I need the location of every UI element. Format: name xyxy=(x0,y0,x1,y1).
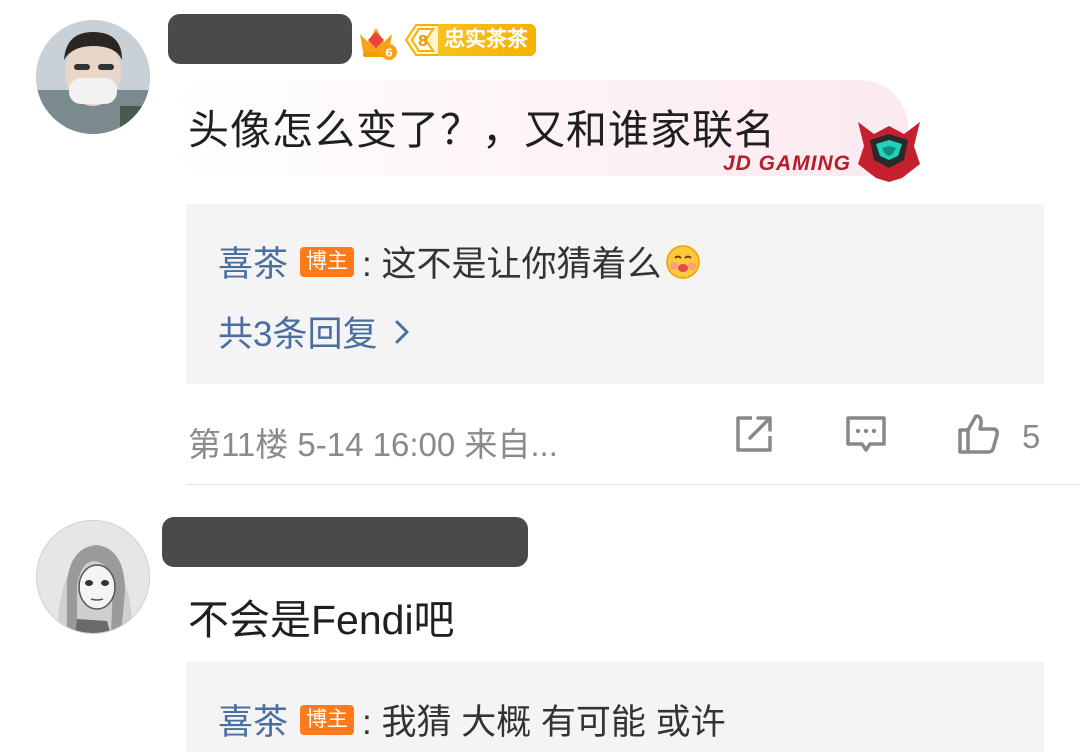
comment-text[interactable]: 头像怎么变了？，又和谁家联名 xyxy=(188,96,776,156)
host-badge: 博主 xyxy=(300,704,355,735)
comment-meta: 第11楼 5-14 16:00 来自... xyxy=(188,426,558,463)
host-badge: 博主 xyxy=(300,246,355,277)
chevron-right-icon xyxy=(395,320,409,343)
jd-gaming-logo-icon xyxy=(858,122,920,182)
crown-level-icon: 6 xyxy=(360,28,397,60)
more-replies-link[interactable]: 共3条回复 xyxy=(218,306,411,357)
author-reply[interactable]: 喜茶 博主 : 我猜 大概 有可能 或许 xyxy=(218,694,726,745)
reply-author-name[interactable]: 喜茶 xyxy=(218,694,288,745)
fan-badge-label: 忠实茶茶 xyxy=(438,24,536,56)
share-icon[interactable] xyxy=(730,410,778,458)
reply-text: : 这不是让你猜着么 xyxy=(362,245,662,284)
user-badges: 6 8 忠实茶茶 xyxy=(354,18,536,62)
comment-text[interactable]: 不会是Fendi吧 xyxy=(188,586,455,646)
more-replies-label: 共3条回复 xyxy=(218,315,378,354)
reply-text: : 我猜 大概 有可能 或许 xyxy=(362,703,726,742)
fan-badge[interactable]: 8 忠实茶茶 xyxy=(404,23,536,57)
crown-level-number: 6 xyxy=(385,47,393,60)
redacted-username[interactable] xyxy=(168,14,352,64)
like-icon[interactable] xyxy=(954,410,1002,458)
emoji-icon xyxy=(666,244,701,279)
sticker-text: JD GAMING xyxy=(723,152,852,175)
reply-author-name[interactable]: 喜茶 xyxy=(218,236,288,287)
redacted-username[interactable] xyxy=(162,517,528,567)
like-count: 5 xyxy=(1022,418,1041,455)
author-reply[interactable]: 喜茶 博主 : 这不是让你猜着么 xyxy=(218,236,701,287)
fan-level-number: 8 xyxy=(418,32,428,50)
commenter-avatar[interactable] xyxy=(36,20,150,134)
commenter-avatar[interactable] xyxy=(36,520,150,634)
reply-box[interactable] xyxy=(186,204,1044,384)
avatar-photo-icon xyxy=(36,20,150,134)
avatar-manga-icon xyxy=(37,521,149,633)
comment-icon[interactable] xyxy=(842,410,890,458)
comment-divider xyxy=(186,484,1080,485)
